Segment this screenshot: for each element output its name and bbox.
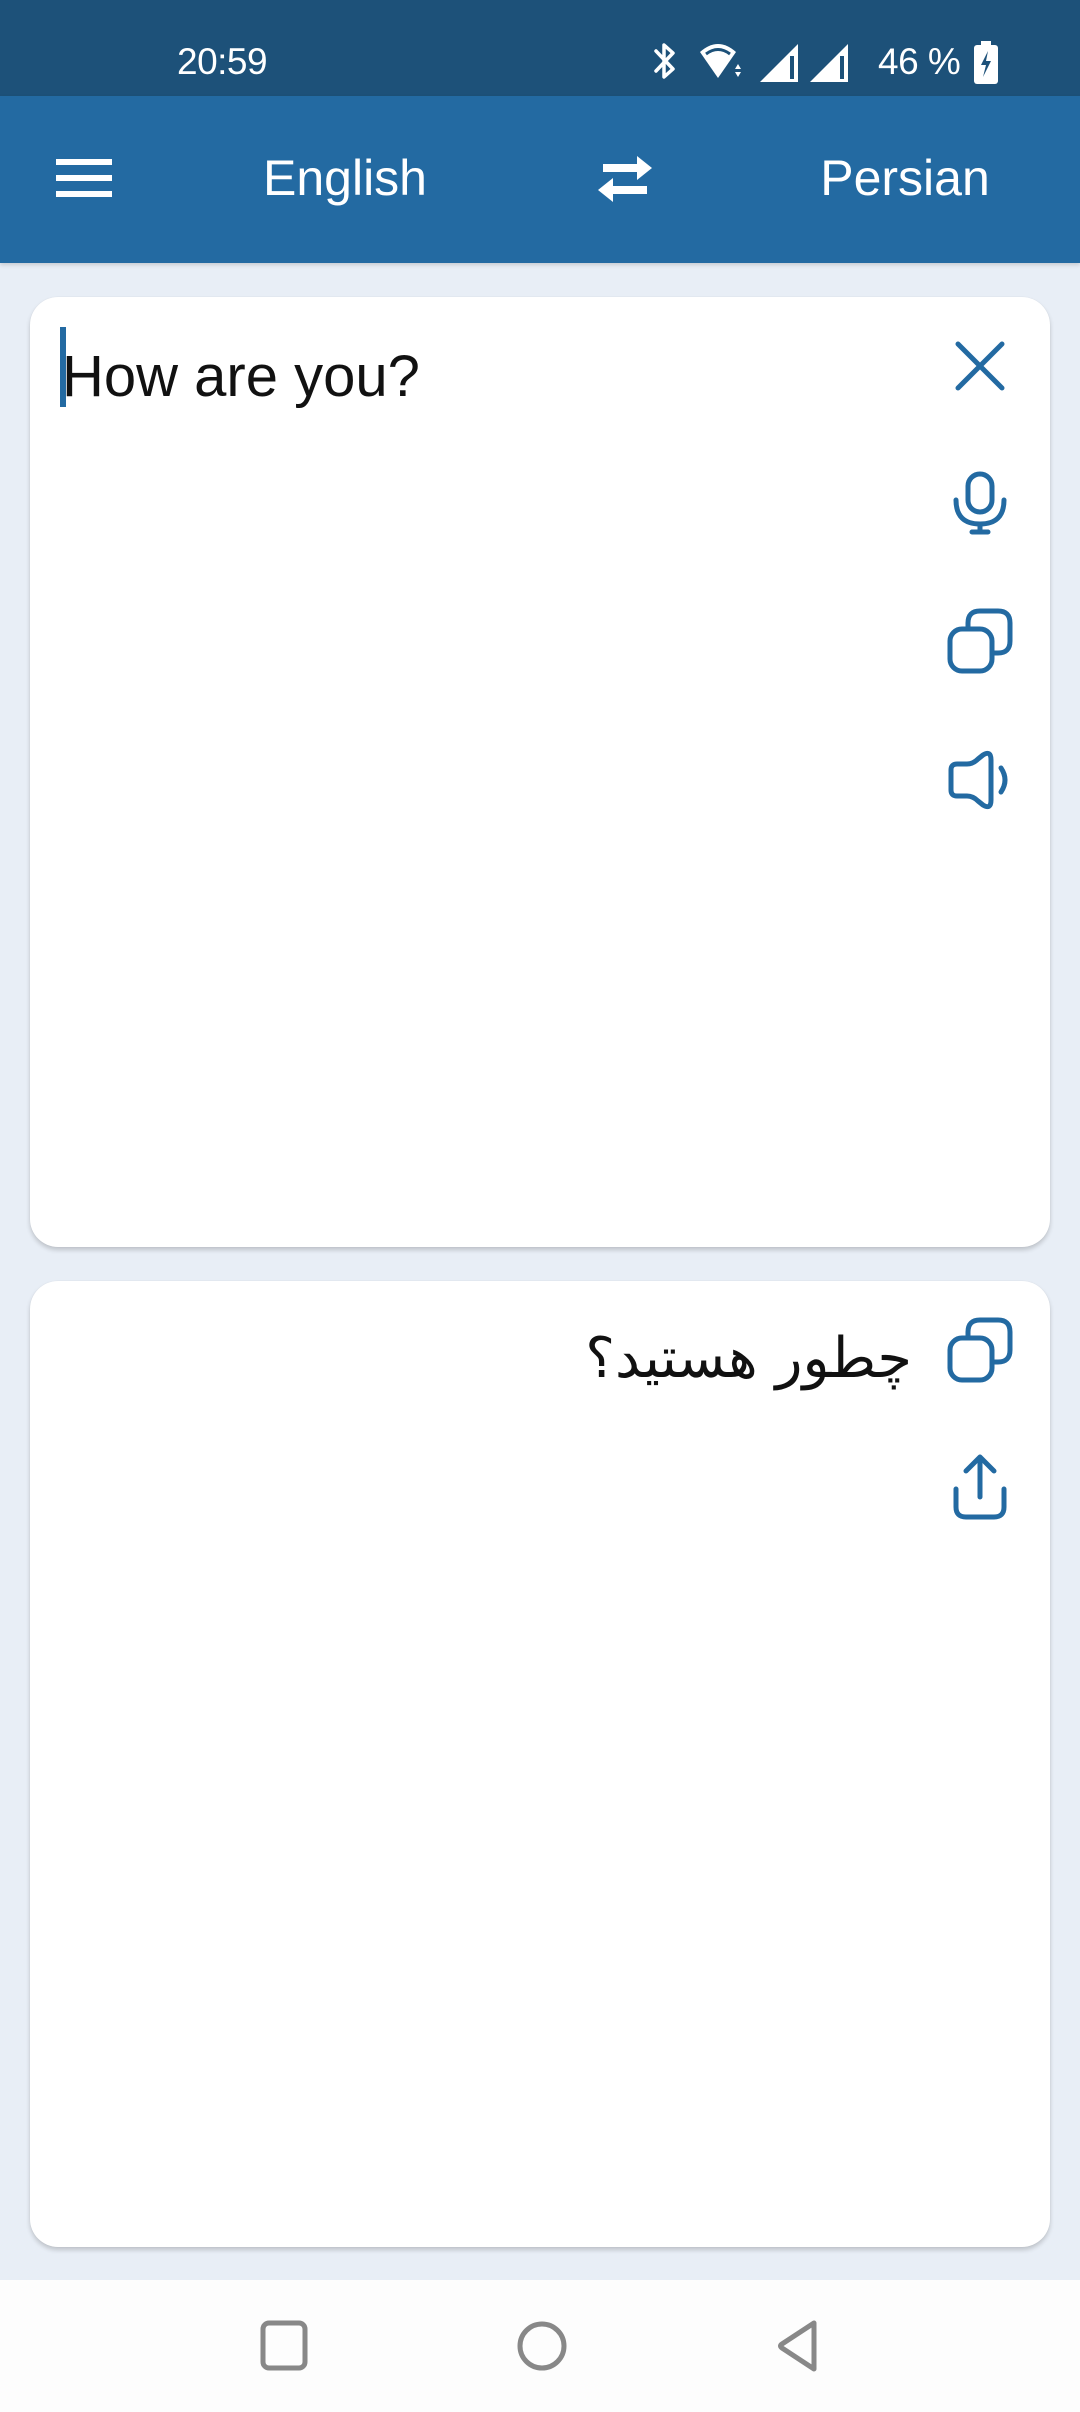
status-time: 20:59 bbox=[177, 41, 268, 82]
output-card: چطور هستید؟ bbox=[30, 1281, 1050, 2247]
source-text-input[interactable]: How are you? bbox=[62, 337, 420, 417]
menu-button[interactable] bbox=[40, 144, 128, 216]
copy-icon bbox=[947, 1317, 1013, 1383]
source-language-selector[interactable]: English bbox=[230, 148, 460, 208]
signal-icon bbox=[810, 44, 848, 82]
swap-languages-button[interactable] bbox=[585, 146, 665, 212]
hamburger-menu-icon-line bbox=[56, 175, 112, 181]
signal-icon bbox=[760, 44, 798, 82]
hamburger-menu-icon-line bbox=[56, 191, 112, 197]
copy-icon bbox=[947, 608, 1013, 674]
system-nav-bar bbox=[0, 2280, 1080, 2412]
battery-charging-icon bbox=[974, 41, 998, 84]
microphone-icon bbox=[953, 471, 1007, 535]
copy-translation-button[interactable] bbox=[940, 1310, 1020, 1390]
swap-arrows-icon bbox=[598, 156, 652, 202]
status-bar: 20:59 46 % bbox=[0, 0, 1080, 96]
home-button[interactable] bbox=[492, 2310, 592, 2382]
recents-square-icon bbox=[260, 2320, 308, 2371]
share-button[interactable] bbox=[940, 1447, 1020, 1527]
clear-button[interactable] bbox=[940, 326, 1020, 406]
bluetooth-icon bbox=[654, 43, 675, 79]
microphone-button[interactable] bbox=[940, 463, 1020, 543]
copy-button[interactable] bbox=[940, 601, 1020, 681]
recents-button[interactable] bbox=[234, 2310, 334, 2382]
target-language-selector[interactable]: Persian bbox=[790, 148, 1020, 208]
home-circle-icon bbox=[517, 2321, 567, 2371]
hamburger-menu-icon bbox=[56, 159, 112, 165]
wifi-icon bbox=[700, 44, 741, 78]
battery-percent: 46 % bbox=[878, 41, 961, 82]
close-icon bbox=[955, 341, 1005, 391]
back-button[interactable] bbox=[749, 2310, 849, 2382]
back-triangle-icon bbox=[778, 2320, 817, 2372]
translated-text: چطور هستید؟ bbox=[585, 1326, 912, 1391]
app-bar: English Persian bbox=[0, 96, 1080, 263]
share-icon bbox=[953, 1454, 1007, 1520]
speak-button[interactable] bbox=[940, 740, 1020, 820]
input-card[interactable]: How are you? bbox=[30, 297, 1050, 1247]
speaker-icon bbox=[948, 750, 1008, 810]
